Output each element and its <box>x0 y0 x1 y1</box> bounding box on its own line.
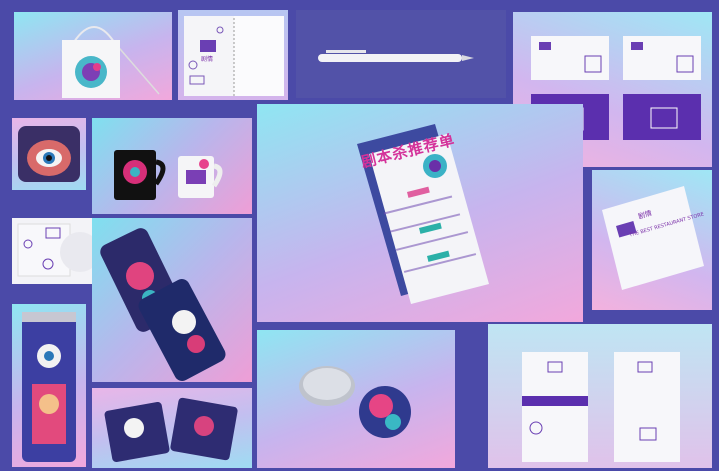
badge-icon <box>299 366 411 438</box>
mug-icon <box>114 150 223 200</box>
badges-tile <box>257 330 455 468</box>
phone-case-icon <box>100 228 226 381</box>
notebook-tile: 剧情 <box>178 10 288 100</box>
tickets-tile <box>92 388 252 468</box>
mugs-tile <box>92 118 252 214</box>
bookmark-icon <box>522 352 680 462</box>
notebook-brand: 剧情 <box>201 56 214 63</box>
pillow-tile <box>12 118 86 190</box>
menu-flyer-tile: 剧本杀推荐单 <box>257 104 583 322</box>
can-tile <box>12 304 86 467</box>
square-pad-tile: 剧情 THE BEST RESTAURANT STORE <box>592 170 712 310</box>
bookmarks-tile <box>488 324 712 468</box>
tote-bag-tile <box>14 12 172 100</box>
pen-tile <box>296 10 506 98</box>
notebook-icon <box>184 16 284 96</box>
pillow-eye-icon <box>18 126 80 182</box>
square-pad <box>602 186 704 290</box>
can-icon <box>22 312 76 462</box>
sticker-tile <box>12 218 100 284</box>
sticker-icon <box>17 223 100 277</box>
tote-bag-icon <box>62 26 160 98</box>
phone-cases-tile <box>92 218 252 382</box>
mockup-board: 剧情 剧本杀推荐单 剧情 THE BEST RESTAURANT STORE <box>0 0 719 471</box>
ticket-icon <box>104 397 238 463</box>
pen-icon <box>318 50 474 62</box>
